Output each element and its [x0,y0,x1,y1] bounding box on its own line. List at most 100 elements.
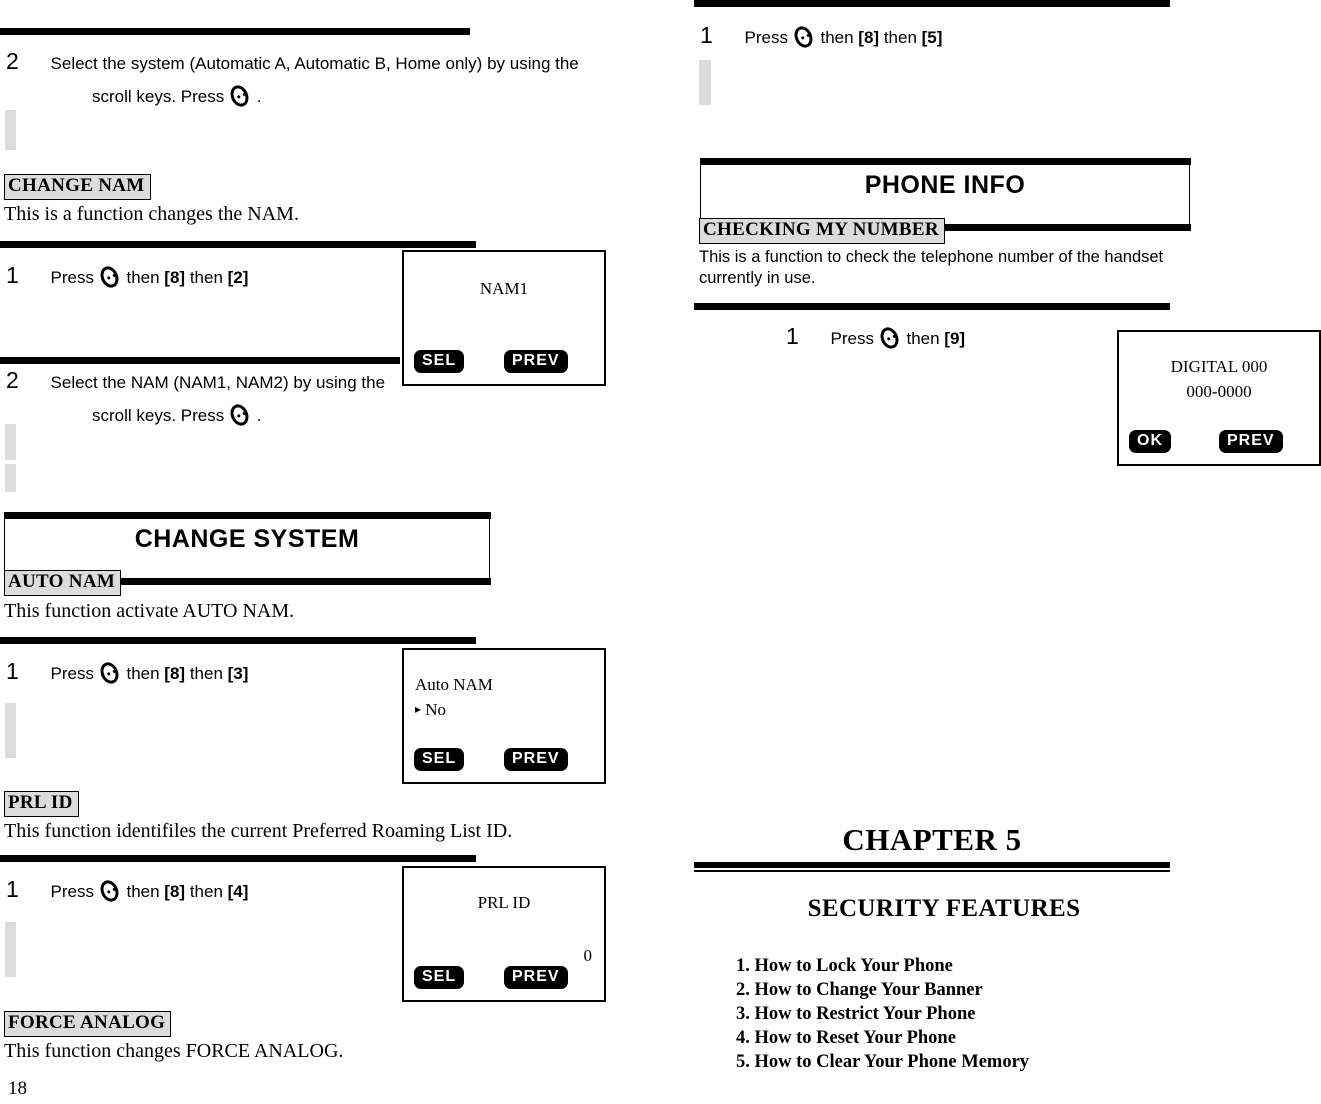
ok-oval-key-icon [96,877,122,905]
section-description-checking-my-number: This is a function to check the telephon… [699,247,1219,289]
step-block-change-nam-2: 2 Select the NAM (NAM1, NAM2) by using t… [6,363,406,429]
step-number: 1 [6,658,19,684]
step-text: Select the NAM [50,373,169,392]
step-number: 1 [6,262,19,288]
step-text-then: then [126,268,160,287]
screen-value: 0 [583,946,593,965]
section-label-change-nam: CHANGE NAM [4,174,151,200]
ok-oval-key-icon [790,23,816,51]
step-number: 1 [700,22,713,48]
banner-title: CHANGE SYSTEM [134,525,360,553]
phone-screen-prl-id: PRL ID 0 SEL PREV [402,866,606,1002]
step-rule [0,241,476,248]
section-description-prl-id: This function identifiles the current Pr… [4,820,513,842]
section-description-change-nam: This is a function changes the NAM. [4,203,299,225]
screen-title: NAM1 [479,279,529,298]
section-label-force-analog: FORCE ANALOG [4,1011,172,1037]
chapter-rule-thin [694,870,1170,872]
step-block-auto-nam-1: 1 Press then [8] then [3] [6,654,248,689]
keypad-key: [8] [164,268,186,287]
screen-line-2: 000-0000 [1186,382,1252,401]
softkey-prev[interactable]: PREV [1219,430,1283,454]
margin-tick [699,60,711,105]
margin-tick [5,110,16,150]
manual-page: 2 Select the system (Automatic A, Automa… [0,0,1321,1104]
softkey-row: OK PREV [1119,430,1319,456]
step-number: 2 [6,367,19,393]
step-text-then2: then [883,28,917,47]
step-number: 1 [786,323,799,349]
step-block-change-nam-1: 1 Press then [8] then [2] [6,258,248,293]
section-label-prl-id: PRL ID [4,791,79,817]
phone-screen-nam1: NAM1 SEL PREV [402,250,606,386]
section-label-text: CHANGE NAM [4,174,151,200]
keypad-key: [2] [227,268,249,287]
section-label-text: PRL ID [4,791,79,817]
page-number: 18 [8,1078,27,1099]
step-text-then: then [820,28,854,47]
section-label-text: FORCE ANALOG [4,1011,172,1037]
softkey-sel[interactable]: SEL [414,350,465,374]
keypad-key: [5] [921,28,943,47]
step-block-prl-id-1: 1 Press then [8] then [4] [6,872,248,907]
softkey-sel[interactable]: SEL [414,966,465,990]
softkey-row: SEL PREV [404,350,604,376]
section-description-force-analog: This function changes FORCE ANALOG. [4,1040,344,1062]
margin-tick [5,922,16,977]
step-text-paren: (NAM1, NAM2) [173,373,289,392]
step-block-select-system: 2 Select the system (Automatic A, Automa… [6,44,616,110]
screen-line-1: DIGITAL 000 [1170,357,1268,376]
softkey-row: SEL PREV [404,748,604,774]
softkey-prev[interactable]: PREV [504,966,568,990]
step-text-then: then [906,329,940,348]
step-text-period: . [256,86,262,106]
chapter-rule-thick [694,862,1170,868]
screen-line-2-text: No [425,700,447,719]
section-description-auto-nam: This function activate AUTO NAM. [4,600,295,622]
keypad-key: [3] [227,664,249,683]
ok-oval-key-icon [96,263,122,291]
step-text-then2: then [189,882,223,901]
step-text-then: then [126,664,160,683]
step-rule [0,855,476,862]
step-text-then2: then [189,664,223,683]
selection-marker-icon: ▸ [415,702,422,716]
softkey-ok[interactable]: OK [1129,430,1171,454]
step-text-then2: then [189,268,223,287]
step-text: Press [50,882,94,901]
step-text: Press [744,28,788,47]
chapter-toc-item-1: 1. How to Lock Your Phone [736,956,953,976]
keypad-key: [8] [164,882,186,901]
softkey-sel[interactable]: SEL [414,748,465,772]
keypad-key: [9] [944,329,966,348]
margin-tick [5,424,16,460]
keypad-key: [8] [164,664,186,683]
ok-oval-key-icon [227,81,252,110]
step-rule [0,637,476,644]
screen-title: PRL ID [477,893,531,912]
step-text-paren: (Automatic A, Automatic B, Home only) [189,54,483,73]
step-text-line2: scroll keys. Press [92,86,225,106]
banner-title: PHONE INFO [864,171,1026,199]
softkey-prev[interactable]: PREV [504,748,568,772]
section-label-auto-nam: AUTO NAM [4,570,122,596]
chapter-toc-item-4: 4. How to Reset Your Phone [736,1028,956,1048]
ok-oval-key-icon [227,400,252,429]
phone-screen-digital-number: DIGITAL 000 000-0000 OK PREV [1117,330,1321,466]
step-rule [694,0,1170,7]
keypad-key: [8] [858,28,880,47]
screen-line-1: Auto NAM [415,675,493,694]
step-rule [0,28,470,35]
margin-tick [5,703,16,758]
chapter-toc-item-3: 3. How to Restrict Your Phone [736,1004,976,1024]
section-label-checking-my-number: CHECKING MY NUMBER [699,218,945,244]
softkey-row: SEL PREV [404,966,604,992]
step-number: 2 [6,48,19,74]
softkey-prev[interactable]: PREV [504,350,568,374]
section-label-text: AUTO NAM [4,570,122,596]
step-text-then: then [126,882,160,901]
step-text: Press [830,329,874,348]
chapter-toc-item-2: 2. How to Change Your Banner [736,980,983,1000]
screen-line-2: ▸ No [415,700,446,720]
step-text-cont: by using the [487,54,579,73]
